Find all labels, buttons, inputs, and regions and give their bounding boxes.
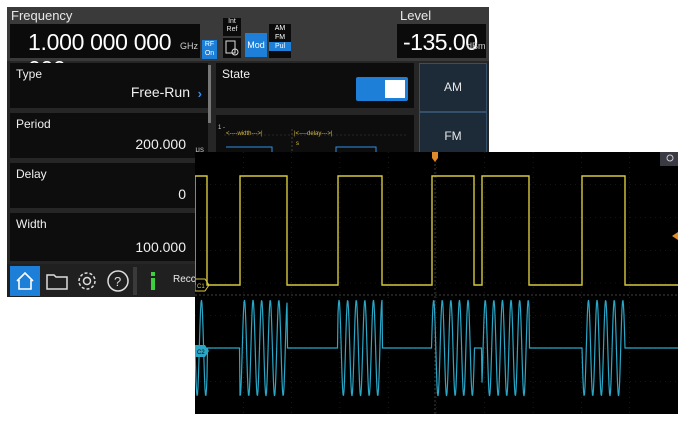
top-status-bar: Frequency Level 1.000 000 000 000 GHz RF… xyxy=(7,7,489,82)
toggle-knob xyxy=(385,80,405,98)
frequency-field[interactable]: 1.000 000 000 000 GHz xyxy=(10,24,200,82)
file-gear-icon xyxy=(225,40,239,56)
delay-label: Delay xyxy=(16,167,47,181)
help-icon: ? xyxy=(107,270,129,292)
state-label: State xyxy=(222,67,251,81)
period-label: Period xyxy=(16,117,51,131)
frequency-label: Frequency xyxy=(11,8,73,23)
param-period[interactable]: Period 200.000 μs xyxy=(10,113,208,158)
level-unit: dBm xyxy=(467,41,486,51)
rf-state: On xyxy=(204,50,215,57)
width-value: 100.000 xyxy=(135,239,186,255)
type-label: Type xyxy=(16,67,43,81)
param-scrollbar[interactable] xyxy=(208,65,211,123)
help-button[interactable]: ? xyxy=(104,267,132,295)
trigger-position-marker xyxy=(432,152,438,162)
info-icon xyxy=(147,269,159,293)
rf-label: RF xyxy=(204,41,215,48)
param-delay[interactable]: Delay 0 xyxy=(10,163,208,208)
mod-type-list[interactable]: AM FM Pul xyxy=(269,24,291,58)
home-icon xyxy=(16,271,34,290)
param-width[interactable]: Width 100.000 xyxy=(10,213,208,261)
level-label: Level xyxy=(400,8,432,23)
param-type[interactable]: Type Free-Run › xyxy=(10,63,208,108)
folder-icon xyxy=(46,274,68,290)
rf-on-button[interactable]: RF On xyxy=(202,40,217,59)
svg-text:?: ? xyxy=(114,274,121,289)
config-icon-button[interactable] xyxy=(223,38,241,58)
home-button[interactable] xyxy=(10,266,40,296)
settings-button[interactable] xyxy=(73,267,101,295)
mod-option-pul: Pul xyxy=(269,42,291,51)
chevron-right-icon: › xyxy=(197,86,202,101)
folder-button[interactable] xyxy=(43,267,71,295)
ref-line2: Ref xyxy=(226,26,238,33)
frequency-unit: GHz xyxy=(180,41,198,51)
period-value: 200.000 xyxy=(135,136,186,152)
zoom-corner-button xyxy=(660,152,678,166)
trigger-level-marker xyxy=(672,232,678,240)
oscilloscope-display: C1 C2 xyxy=(195,152,678,414)
ref-indicator[interactable]: Int Ref xyxy=(223,18,241,36)
am-side-button[interactable]: AM xyxy=(419,63,487,112)
nav-divider xyxy=(133,267,137,295)
ref-line1: Int xyxy=(228,18,236,25)
state-control: State xyxy=(216,63,414,108)
gear-icon xyxy=(78,272,96,290)
ch2-label: C2 xyxy=(197,350,205,356)
mod-button[interactable]: Mod xyxy=(245,33,267,57)
scope-plot: C1 C2 xyxy=(195,152,678,414)
mod-option-fm: FM xyxy=(274,34,286,41)
recall-label[interactable]: Recc xyxy=(173,274,196,285)
type-value: Free-Run xyxy=(130,84,190,100)
mod-option-am: AM xyxy=(274,25,286,32)
ch1-label: C1 xyxy=(197,284,205,290)
width-label: Width xyxy=(16,217,47,231)
state-toggle[interactable] xyxy=(356,77,408,101)
delay-value: 0 xyxy=(178,186,186,202)
level-field[interactable]: -135.00 dBm xyxy=(397,24,486,58)
